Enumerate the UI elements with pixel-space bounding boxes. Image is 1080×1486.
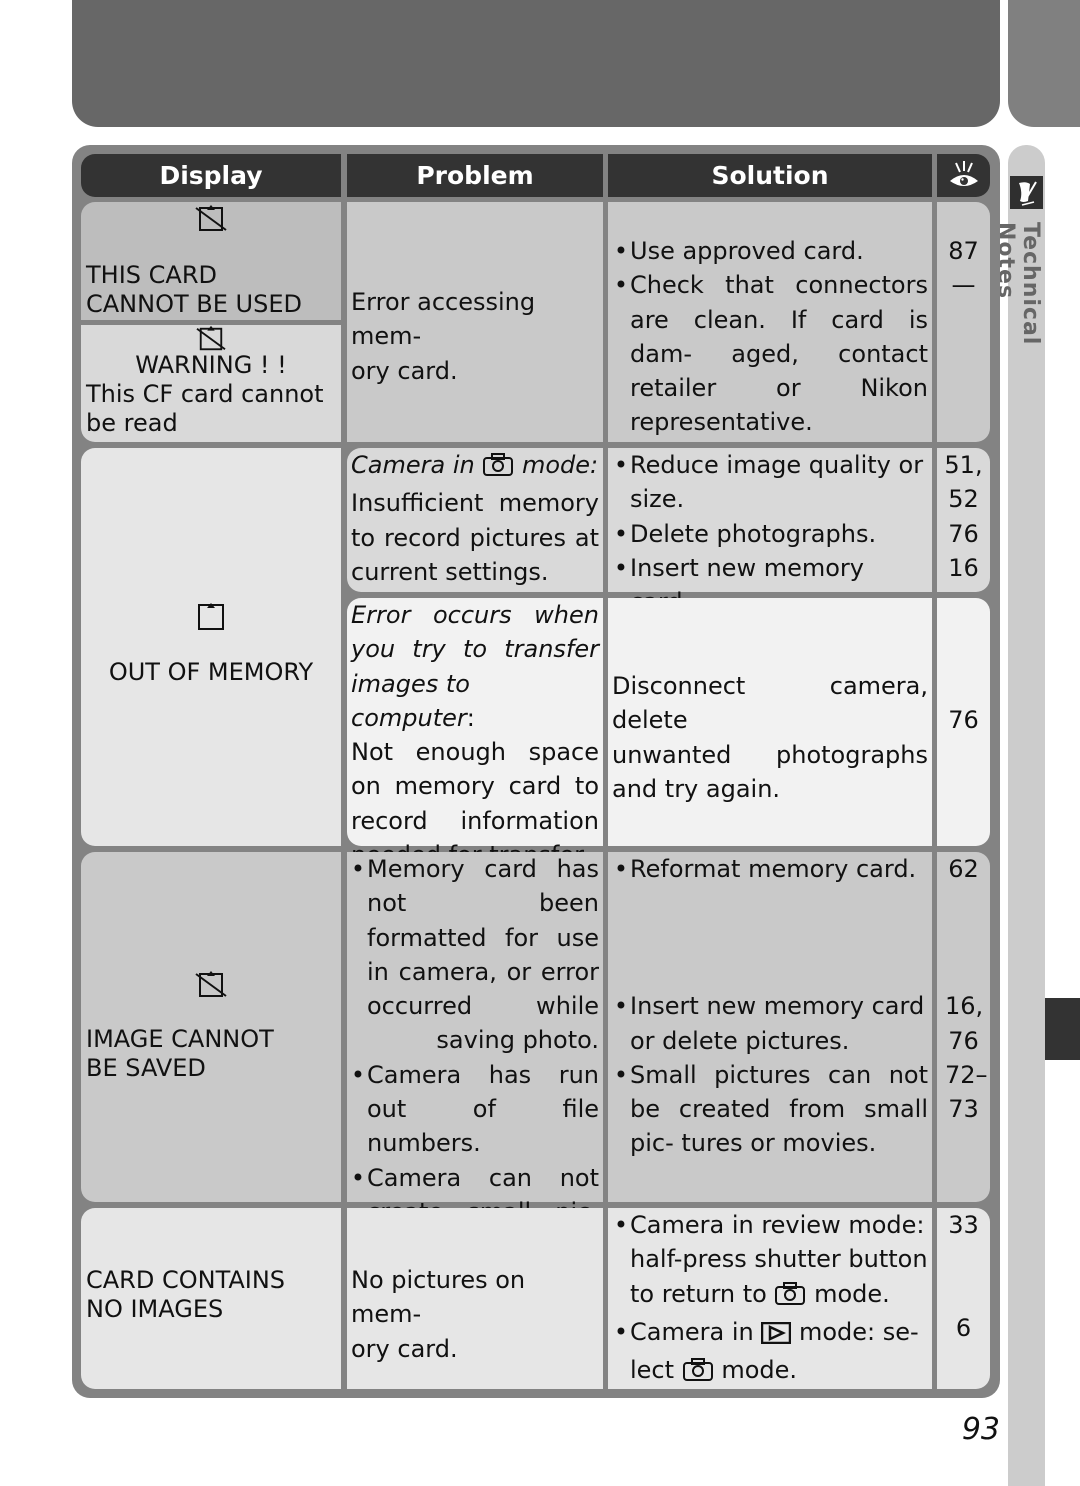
- display-cell: OUT OF MEMORY: [81, 448, 341, 846]
- page-reference[interactable]: 16: [943, 551, 984, 585]
- page-reference[interactable]: 16, 76: [945, 989, 983, 1058]
- problem-cell: • Memory card has not been formatted for …: [347, 852, 603, 1260]
- section-index-tab[interactable]: [1045, 998, 1080, 1060]
- solution-cell: Disconnect camera, delete unwanted photo…: [608, 598, 932, 846]
- playback-icon: [761, 1319, 792, 1353]
- problem-item: • Camera has run out of file numbers.: [350, 1060, 599, 1158]
- display-text: IMAGE CANNOT: [86, 1025, 274, 1054]
- display-text: OUT OF MEMORY: [108, 658, 314, 687]
- solution-cell: • Camera in review mode: half-press shutt…: [608, 1208, 932, 1389]
- display-text: This CF card cannot: [86, 380, 324, 408]
- display-cell: CARD CONTAINS NO IMAGES: [81, 1208, 341, 1389]
- top-banner-edge: [1008, 0, 1080, 127]
- page-reference[interactable]: 87: [937, 234, 990, 268]
- problem-text: current settings.: [351, 557, 549, 586]
- problem-item: • Memory card has not been formatted for …: [350, 855, 599, 1055]
- problem-text: ory card.: [351, 356, 458, 385]
- page-reference[interactable]: 6: [937, 1311, 990, 1345]
- solution-item: • Reformat memory card.: [613, 855, 917, 883]
- problem-text: record information: [351, 806, 599, 835]
- solution-item: • Camera in review mode: half-press shutt…: [612, 1208, 928, 1315]
- solution-item: • Reduce image quality or size.: [613, 451, 924, 514]
- display-text: CARD CONTAINS: [86, 1266, 286, 1294]
- display-text: be read: [86, 409, 178, 437]
- problem-text: images to computer:: [351, 669, 475, 732]
- reference-cell: 51, 52 76 16: [937, 448, 990, 592]
- reference-cell: 76: [937, 598, 990, 846]
- solution-item: • Check that connectors are clean. If car…: [613, 271, 928, 437]
- page-number: 93: [961, 1412, 1000, 1447]
- problem-text: to record pictures at: [351, 523, 599, 552]
- section-tab-label: Technical Notes: [993, 222, 1043, 346]
- solution-text: Disconnect camera, delete: [612, 672, 928, 735]
- pen-paper-icon: [1010, 176, 1043, 209]
- card-icon: [86, 602, 336, 641]
- solution-cell: • Reduce image quality or size. • Delete p…: [608, 448, 932, 616]
- display-text: NO IMAGES: [86, 1295, 224, 1323]
- solution-cell: • Reformat memory card. • Insert new memor…: [608, 852, 932, 1202]
- header-display: Display: [81, 154, 341, 197]
- problem-text: Insufficient memory: [351, 489, 599, 518]
- card-crossed-icon: [86, 970, 336, 1009]
- reference-cell: 33 6: [937, 1208, 990, 1389]
- page-reference[interactable]: 33: [937, 1208, 990, 1242]
- solution-item: • Small pictures can not be created from …: [613, 1060, 928, 1158]
- display-cell: IMAGE CANNOT BE SAVED: [81, 852, 341, 1202]
- page-reference[interactable]: 51, 52: [943, 448, 984, 517]
- eye-icon: [937, 154, 990, 197]
- problem-cell: Error occurs when you try to transfer im…: [347, 598, 603, 869]
- solution-item: • Insert new memory card or delete pictur…: [613, 992, 925, 1055]
- problem-text: Not enough space: [351, 738, 599, 767]
- solution-item: • Use approved card.: [613, 237, 864, 265]
- solution-item: • Delete photographs.: [613, 519, 877, 548]
- top-banner: [72, 0, 1000, 127]
- display-cell: WARNING ! ! This CF card cannot be read: [81, 325, 341, 442]
- page-reference: —: [951, 271, 976, 300]
- camera-icon: [774, 1281, 806, 1315]
- problem-text: you try to transfer: [351, 635, 599, 664]
- solution-text: and try again.: [612, 774, 781, 803]
- problem-text: No pictures on mem-: [351, 1266, 526, 1329]
- problem-cell: Error accessing mem- ory card.: [347, 202, 603, 442]
- problem-text: Error accessing mem-: [351, 288, 536, 351]
- problem-cell: No pictures on mem- ory card.: [347, 1208, 603, 1389]
- display-text: BE SAVED: [86, 1054, 206, 1083]
- solution-cell: • Use approved card. • Check that connecto…: [608, 202, 932, 442]
- mode-condition: Camera in mode:: [351, 448, 599, 486]
- header-problem: Problem: [347, 154, 603, 197]
- solution-item: • Camera in mode: se-lect mode.: [612, 1315, 928, 1392]
- problem-text: on memory card to: [351, 772, 599, 801]
- solution-text: unwanted photographs: [612, 740, 928, 769]
- page-reference[interactable]: 76: [943, 517, 984, 551]
- display-text: CANNOT BE USED: [86, 290, 302, 319]
- problem-text: ory card.: [351, 1334, 458, 1363]
- card-crossed-icon: [86, 204, 336, 243]
- reference-cell: 62 16, 76 72– 73: [937, 852, 990, 1202]
- display-cell: THIS CARD CANNOT BE USED: [81, 202, 341, 320]
- display-text: THIS CARD: [86, 261, 217, 290]
- reference-cell: 87 —: [937, 202, 990, 442]
- page-reference[interactable]: 62: [945, 852, 982, 886]
- camera-icon: [482, 452, 514, 486]
- problem-text: Error occurs when: [351, 601, 599, 629]
- page-reference[interactable]: 72– 73: [945, 1058, 988, 1127]
- page-reference[interactable]: 76: [937, 703, 990, 737]
- display-text: WARNING ! !: [135, 351, 287, 379]
- camera-icon: [682, 1357, 714, 1391]
- card-crossed-icon: [86, 325, 336, 351]
- header-solution: Solution: [608, 154, 932, 197]
- problem-cell: Camera in mode: Insufficient memory to r…: [347, 448, 603, 592]
